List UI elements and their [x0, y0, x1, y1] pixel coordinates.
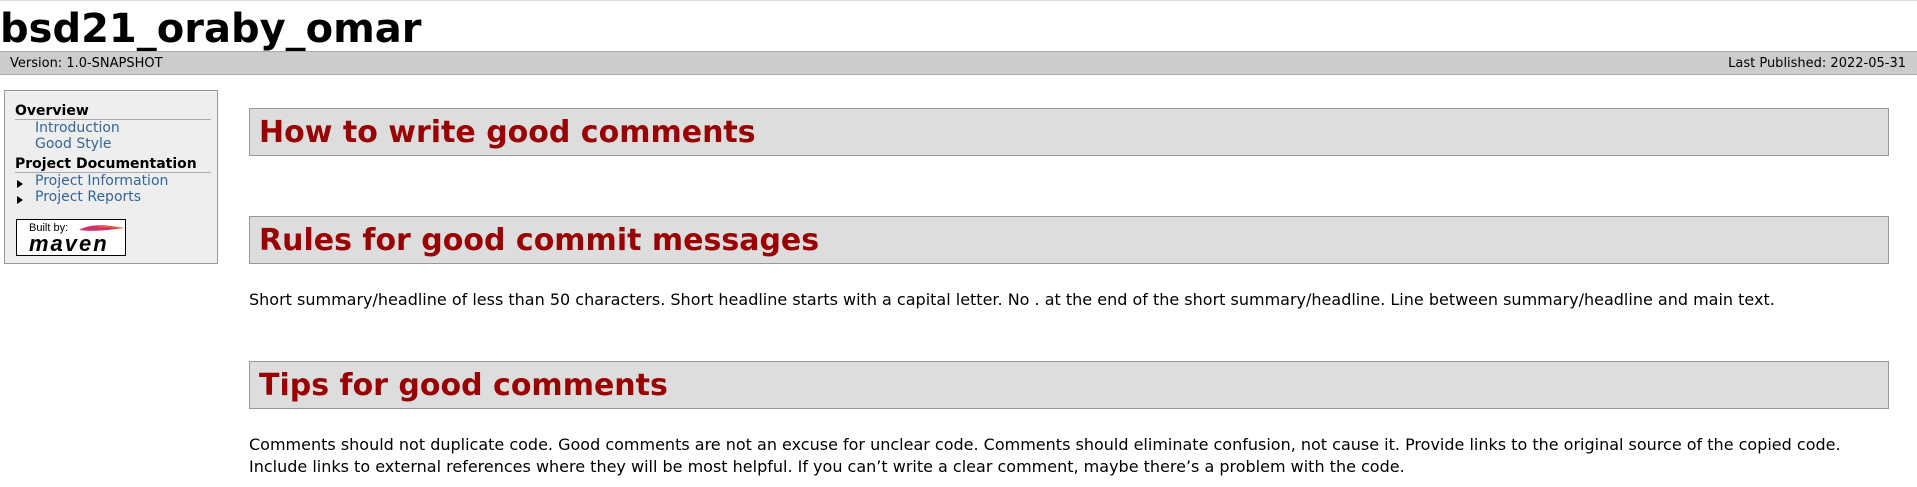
version-label: Version: 1.0-SNAPSHOT	[10, 56, 163, 71]
last-published-label: Last Published: 2022-05-31	[1728, 56, 1906, 71]
built-by-maven-logo[interactable]: Built by: maven	[16, 219, 126, 256]
maven-wordmark: maven	[29, 231, 109, 256]
nav-item-project-information[interactable]: Project Information	[35, 173, 168, 189]
section-heading: Rules for good commit messages	[259, 223, 820, 258]
expand-arrow-icon[interactable]	[17, 180, 23, 188]
navigation-sidebar: Overview Introduction Good Style Project…	[4, 90, 218, 264]
paragraph-comment-tips-line-1: Comments should not duplicate code. Good…	[249, 435, 1841, 454]
paragraph-commit-rules: Short summary/headline of less than 50 c…	[249, 290, 1775, 309]
section-header-rules-for-good-commit-messages: Rules for good commit messages	[249, 216, 1889, 264]
section-heading: How to write good comments	[259, 115, 756, 150]
banner: bsd21_oraby_omar	[0, 0, 1917, 52]
site-title[interactable]: bsd21_oraby_omar	[0, 6, 422, 52]
section-heading: Tips for good comments	[259, 368, 668, 403]
breadcrumbs-bar: Version: 1.0-SNAPSHOT Last Published: 20…	[0, 51, 1917, 75]
nav-item-introduction[interactable]: Introduction	[35, 120, 120, 136]
nav-section-project-documentation: Project Documentation	[15, 156, 211, 173]
nav-item-good-style[interactable]: Good Style	[35, 136, 111, 152]
nav-section-overview: Overview	[15, 103, 211, 120]
section-header-tips-for-good-comments: Tips for good comments	[249, 361, 1889, 409]
section-header-how-to-write-good-comments: How to write good comments	[249, 108, 1889, 156]
paragraph-comment-tips-line-2: Include links to external references whe…	[249, 457, 1405, 476]
nav-item-project-reports[interactable]: Project Reports	[35, 189, 141, 205]
expand-arrow-icon[interactable]	[17, 196, 23, 204]
